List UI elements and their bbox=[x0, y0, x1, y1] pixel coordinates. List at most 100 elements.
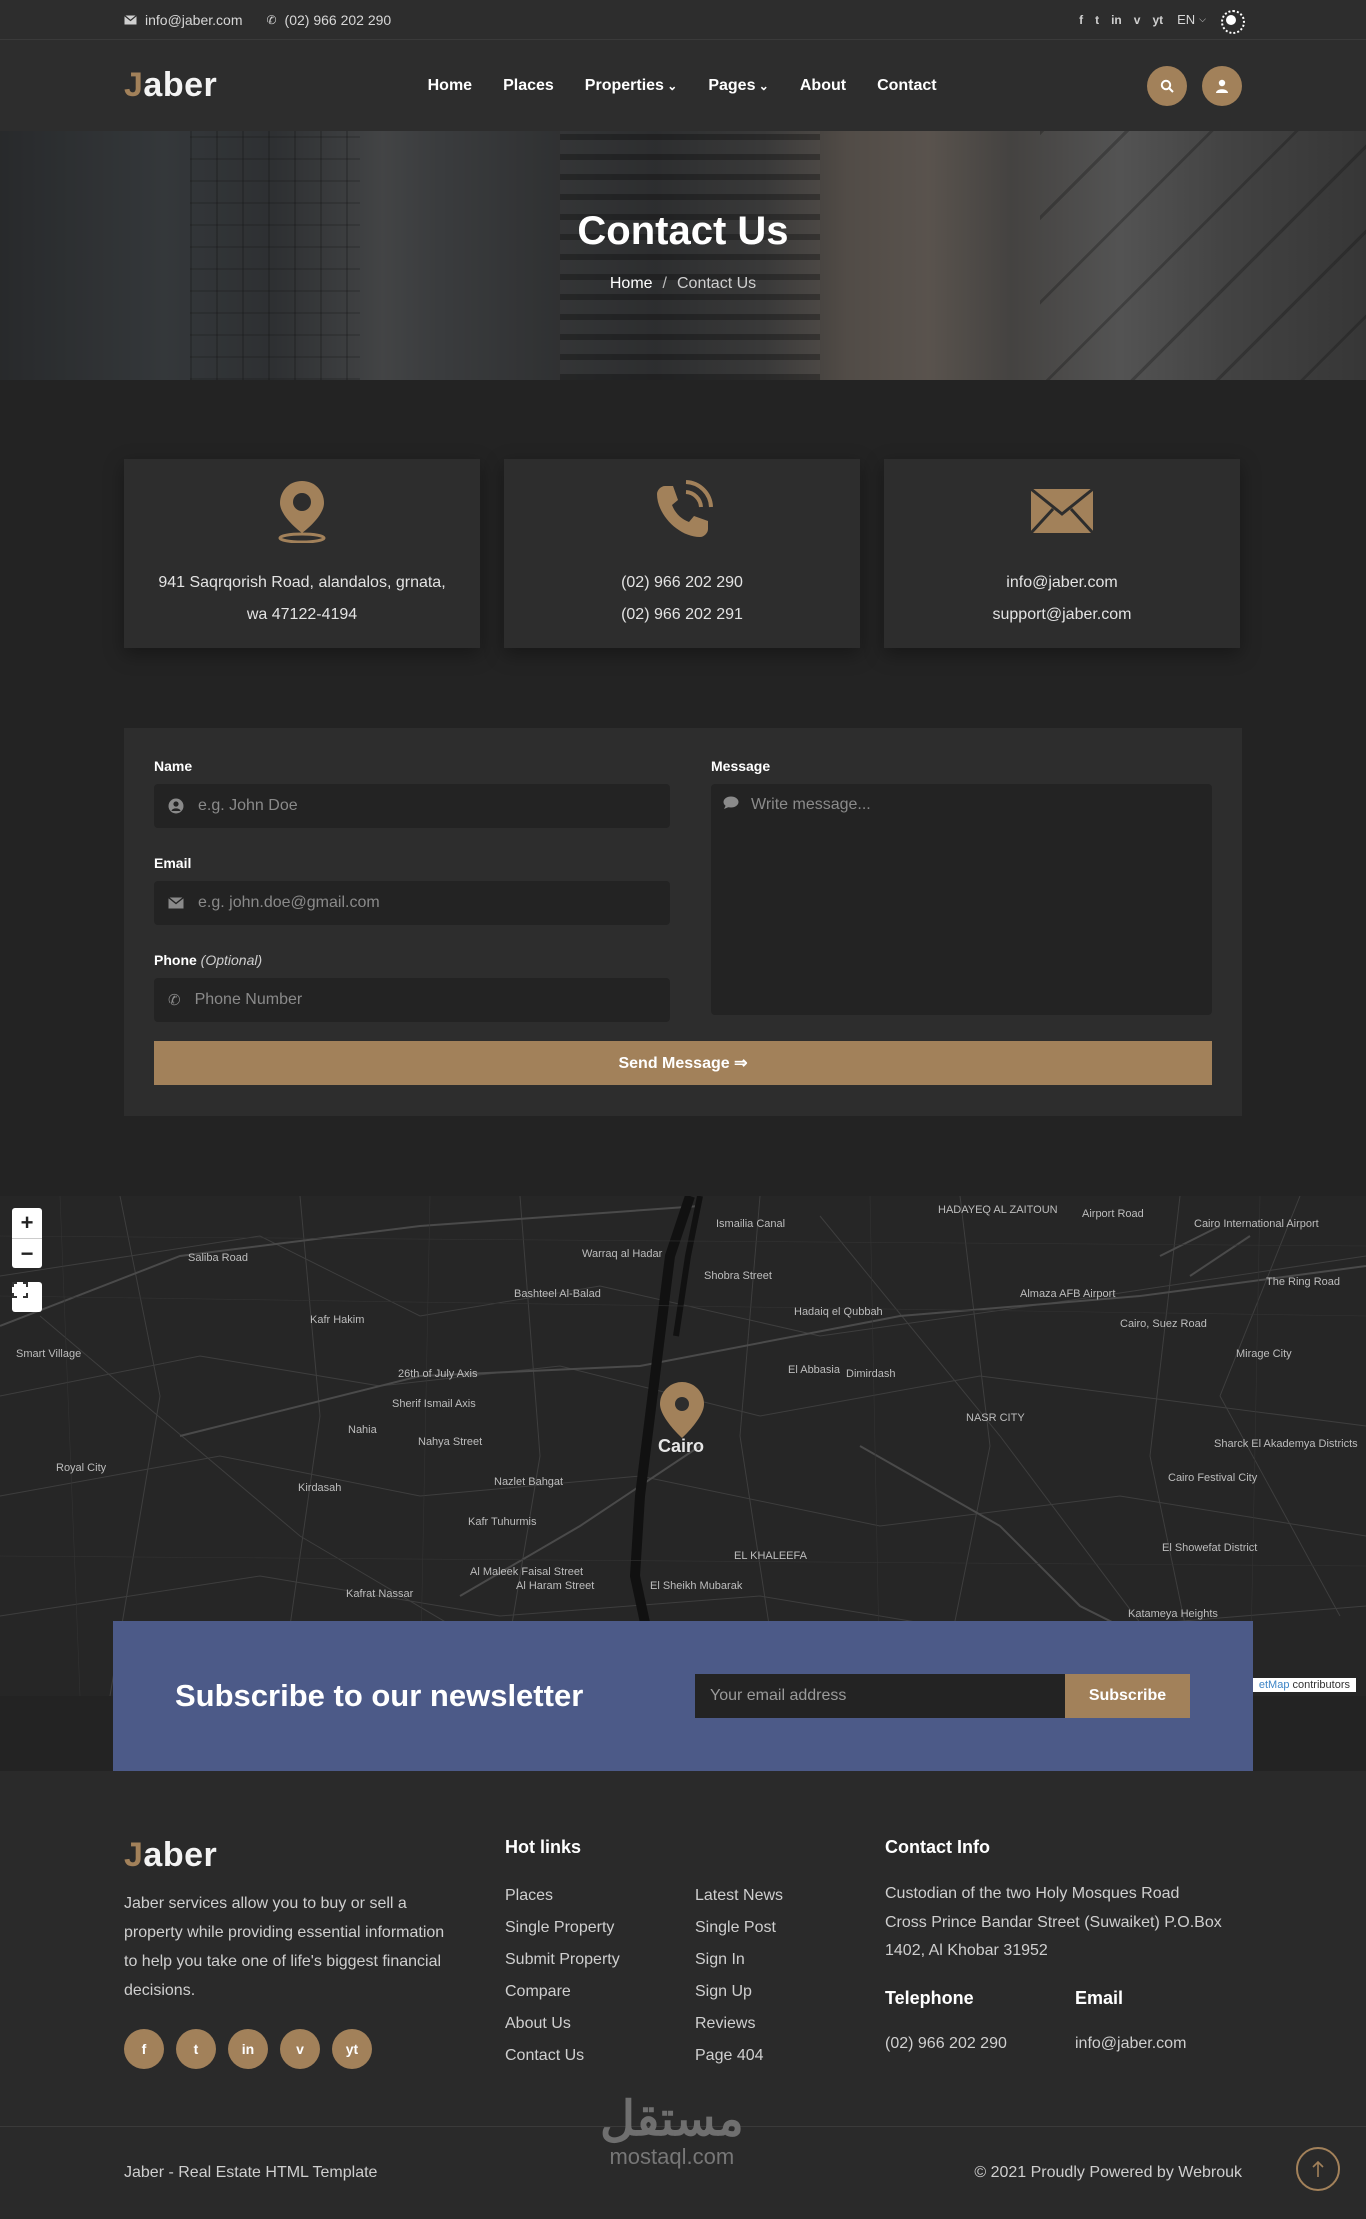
map-attribution-link[interactable]: etMap bbox=[1259, 1679, 1290, 1691]
phone-placeholder: Phone Number bbox=[194, 991, 303, 1008]
footer-link[interactable]: Sign Up bbox=[695, 1976, 885, 2008]
logo-rest: aber bbox=[143, 66, 218, 104]
linkedin-icon[interactable]: in bbox=[1111, 13, 1122, 27]
email-line-1[interactable]: info@jaber.com bbox=[884, 567, 1240, 599]
map-label: Saliba Road bbox=[188, 1252, 248, 1264]
topbar-phone[interactable]: ✆ (02) 966 202 290 bbox=[266, 12, 391, 28]
arrow-up-icon bbox=[1312, 2160, 1324, 2177]
search-button[interactable] bbox=[1147, 65, 1187, 106]
map-label: Kafr Hakim bbox=[310, 1314, 365, 1326]
phone-icon: ✆ bbox=[266, 12, 277, 27]
contact-form: Name e.g. John Doe Email e.g. john.doe@g… bbox=[124, 728, 1242, 1116]
vimeo-icon[interactable]: v bbox=[280, 2029, 320, 2069]
phone-ringing-icon bbox=[657, 480, 713, 537]
map-label: El Sheikh Mubarak bbox=[650, 1580, 743, 1592]
map-label: The Ring Road bbox=[1266, 1276, 1340, 1288]
footer-link[interactable]: Submit Property bbox=[505, 1944, 695, 1976]
footer-link[interactable]: Sign In bbox=[695, 1944, 885, 1976]
newsletter-banner: Subscribe to our newsletter Your email a… bbox=[113, 1621, 1253, 1771]
address-line-1: 941 Saqrqorish Road, alandalos, grnata, bbox=[158, 574, 446, 591]
footer-link[interactable]: Page 404 bbox=[695, 2040, 885, 2072]
phone-line-2[interactable]: (02) 966 202 291 bbox=[504, 599, 860, 631]
vimeo-icon[interactable]: v bbox=[1134, 13, 1141, 27]
message-textarea[interactable]: Write message... bbox=[711, 784, 1212, 1015]
topbar-email[interactable]: info@jaber.com bbox=[124, 12, 242, 28]
youtube-icon[interactable]: yt bbox=[332, 2029, 372, 2069]
zoom-out-button[interactable]: − bbox=[12, 1238, 42, 1268]
map-label: Shobra Street bbox=[704, 1270, 772, 1282]
email-line-2[interactable]: support@jaber.com bbox=[884, 599, 1240, 631]
map-label: Sherif Ismail Axis bbox=[392, 1398, 476, 1410]
zoom-in-button[interactable]: + bbox=[12, 1208, 42, 1238]
newsletter-email-input[interactable]: Your email address bbox=[695, 1674, 1065, 1718]
topbar-phone-text: (02) 966 202 290 bbox=[284, 11, 392, 28]
footer-link[interactable]: Reviews bbox=[695, 2008, 885, 2040]
topbar: info@jaber.com ✆ (02) 966 202 290 f t in… bbox=[0, 0, 1366, 40]
back-to-top-button[interactable] bbox=[1296, 2147, 1340, 2191]
nav-contact[interactable]: Contact bbox=[877, 77, 937, 95]
map-label: EL KHALEEFA bbox=[734, 1550, 807, 1562]
map-label: Bashteel Al-Balad bbox=[514, 1288, 601, 1300]
footer-link[interactable]: Compare bbox=[505, 1976, 695, 2008]
footer-link[interactable]: Single Post bbox=[695, 1912, 885, 1944]
email-input[interactable]: e.g. john.doe@gmail.com bbox=[154, 881, 670, 925]
breadcrumb: Home / Contact Us bbox=[0, 275, 1366, 293]
phone-line-1[interactable]: (02) 966 202 290 bbox=[504, 567, 860, 599]
footer-link[interactable]: Single Property bbox=[505, 1912, 695, 1944]
map-label: Warraq al Hadar bbox=[582, 1248, 663, 1260]
linkedin-icon[interactable]: in bbox=[228, 2029, 268, 2069]
footer-telephone[interactable]: (02) 966 202 290 bbox=[885, 2035, 1075, 2053]
watermark-arabic: مستقل bbox=[600, 2093, 744, 2146]
theme-toggle-sun-icon[interactable] bbox=[1220, 9, 1245, 34]
facebook-icon[interactable]: f bbox=[124, 2029, 164, 2069]
facebook-icon[interactable]: f bbox=[1079, 13, 1083, 27]
map-label: NASR CITY bbox=[966, 1412, 1025, 1424]
map-label: Al Haram Street bbox=[516, 1580, 595, 1592]
copyright-left: Jaber - Real Estate HTML Template bbox=[124, 2164, 378, 2181]
footer-contact-info: Contact Info Custodian of the two Holy M… bbox=[885, 1837, 1255, 2053]
logo[interactable]: Jaber bbox=[124, 66, 217, 105]
nav-about[interactable]: About bbox=[800, 77, 846, 95]
map-label: El Showefat District bbox=[1162, 1542, 1258, 1554]
twitter-icon[interactable]: t bbox=[1095, 13, 1099, 27]
map-label: Al Maleek Faisal Street bbox=[470, 1566, 584, 1578]
map-label: Nahya Street bbox=[418, 1436, 483, 1448]
message-label: Message bbox=[711, 758, 771, 774]
twitter-icon[interactable]: t bbox=[176, 2029, 216, 2069]
nav-places[interactable]: Places bbox=[503, 77, 554, 95]
subscribe-button[interactable]: Subscribe bbox=[1065, 1674, 1190, 1718]
hero-overlay bbox=[0, 131, 1366, 380]
footer-logo[interactable]: Jaber bbox=[124, 1836, 454, 1875]
send-message-button[interactable]: Send Message ⇒ bbox=[154, 1041, 1212, 1085]
footer-about-text: Jaber services allow you to buy or sell … bbox=[124, 1895, 445, 1999]
location-pin-icon bbox=[278, 481, 326, 543]
footer-link[interactable]: Contact Us bbox=[505, 2040, 695, 2072]
name-placeholder: e.g. John Doe bbox=[198, 797, 298, 814]
email-title: Email bbox=[1075, 1987, 1124, 2008]
address-line-2: wa 47122-4194 bbox=[246, 606, 358, 623]
map-label: Cairo International Airport bbox=[1194, 1218, 1319, 1230]
address-card: 941 Saqrqorish Road, alandalos, grnata, … bbox=[124, 459, 480, 648]
envelope-icon bbox=[168, 897, 184, 909]
map-label: Cairo Festival City bbox=[1168, 1472, 1258, 1484]
nav-pages[interactable]: Pages bbox=[708, 77, 769, 95]
phone-optional-text: (Optional) bbox=[200, 952, 263, 968]
nav-home[interactable]: Home bbox=[428, 77, 472, 95]
name-input[interactable]: e.g. John Doe bbox=[154, 784, 670, 828]
language-selector[interactable]: EN ⌵ bbox=[1177, 12, 1206, 27]
topbar-socials: f t in v yt bbox=[1079, 13, 1163, 27]
nav-properties[interactable]: Properties bbox=[585, 77, 678, 95]
phone-input[interactable]: ✆ Phone Number bbox=[154, 978, 670, 1022]
footer-link[interactable]: About Us bbox=[505, 2008, 695, 2040]
user-account-button[interactable] bbox=[1202, 65, 1242, 106]
footer-logo-rest: aber bbox=[143, 1836, 218, 1874]
youtube-icon[interactable]: yt bbox=[1152, 13, 1163, 27]
footer-link[interactable]: Latest News bbox=[695, 1880, 885, 1912]
footer-email[interactable]: info@jaber.com bbox=[1075, 2035, 1265, 2053]
footer-link[interactable]: Places bbox=[505, 1880, 695, 1912]
map-label: Nahia bbox=[348, 1424, 377, 1436]
map-label: Smart Village bbox=[16, 1348, 82, 1360]
breadcrumb-home[interactable]: Home bbox=[610, 275, 653, 292]
footer-about: Jaber Jaber services allow you to buy or… bbox=[124, 1836, 454, 2069]
fullscreen-button[interactable] bbox=[12, 1282, 42, 1312]
